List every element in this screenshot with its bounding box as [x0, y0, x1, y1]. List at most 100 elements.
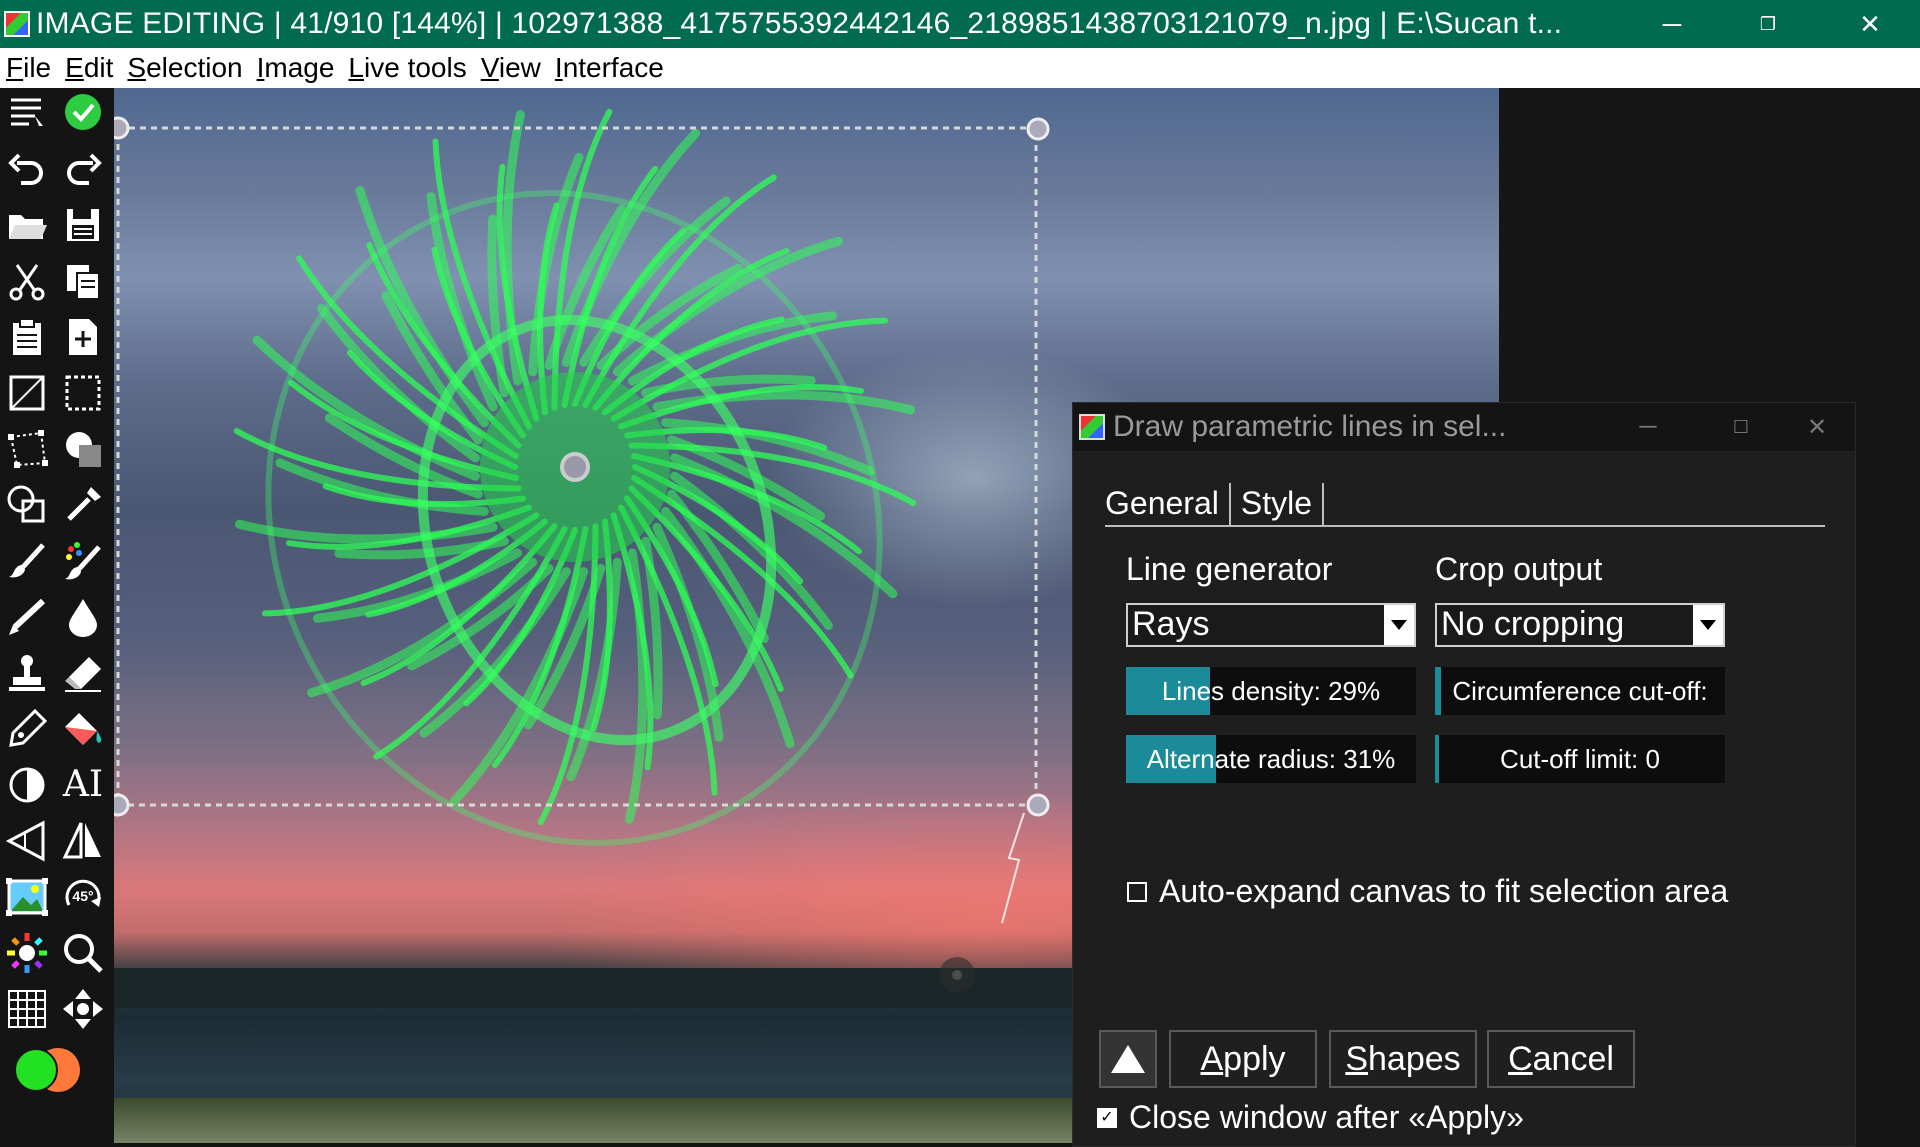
menu-live-tools[interactable]: Live tools	[348, 52, 466, 84]
cutoff-limit-slider[interactable]: Cut-off limit: 0	[1435, 735, 1725, 783]
auto-expand-label: Auto-expand canvas to fit selection area	[1159, 873, 1729, 909]
color-picker-icon[interactable]	[60, 482, 106, 528]
tab-style[interactable]: Style	[1241, 483, 1324, 527]
move-icon[interactable]	[60, 986, 106, 1032]
text-icon[interactable]: AI	[60, 762, 106, 808]
line-generator-value: Rays	[1132, 605, 1210, 643]
maximize-icon: ☐	[1732, 416, 1750, 437]
menu-image[interactable]: Image	[257, 52, 335, 84]
restore-icon: ❐	[1759, 13, 1777, 34]
crop-output-value: No cropping	[1441, 605, 1625, 643]
rect-selection-icon[interactable]	[60, 370, 106, 416]
parametric-ray	[234, 519, 498, 544]
cancel-button[interactable]: Cancel	[1487, 1030, 1635, 1088]
undo-icon[interactable]	[4, 146, 50, 192]
title-bar: IMAGE EDITING | 41/910 [144%] | 10297138…	[0, 0, 1920, 48]
menu-view[interactable]: View	[481, 52, 541, 84]
app-logo-icon	[4, 11, 30, 37]
circumference-cutoff-slider[interactable]: Circumference cut-off:	[1435, 667, 1725, 715]
parametric-lines-dialog: Draw parametric lines in sel... ─ ☐ ✕ Ge…	[1072, 402, 1856, 1147]
blur-drop-icon[interactable]	[60, 594, 106, 640]
crop-icon[interactable]	[4, 370, 50, 416]
cutoff-limit-fill	[1435, 735, 1440, 783]
apply-check-icon[interactable]	[60, 89, 106, 135]
parametric-ray	[612, 236, 843, 377]
paste-icon[interactable]	[4, 314, 50, 360]
stamp-icon[interactable]	[4, 650, 50, 696]
chevron-down-icon	[1384, 605, 1414, 645]
open-folder-icon[interactable]	[4, 202, 50, 248]
apply-button[interactable]: Apply	[1169, 1030, 1317, 1088]
dialog-minimize-button[interactable]: ─	[1608, 403, 1688, 451]
auto-expand-box[interactable]	[1127, 881, 1147, 902]
close-icon: ✕	[1806, 413, 1828, 441]
alternate-radius-label: Alternate radius: 31%	[1146, 743, 1396, 774]
shapes-button[interactable]: Shapes	[1329, 1030, 1477, 1088]
cutoff-limit-label: Cut-off limit: 0	[1500, 743, 1660, 774]
minimize-icon: ─	[1639, 413, 1657, 440]
menu-bar: File Edit Selection Image Live tools Vie…	[0, 48, 1920, 88]
grid-icon[interactable]	[4, 986, 50, 1032]
menu-file[interactable]: File	[6, 52, 51, 84]
close-after-apply-box[interactable]: ✓	[1097, 1107, 1117, 1128]
line-generator-label: Line generator	[1126, 551, 1333, 587]
crop-output-select[interactable]: No cropping	[1435, 603, 1725, 647]
pencil-icon[interactable]	[4, 594, 50, 640]
parametric-ray	[307, 557, 538, 698]
toolbox: AI 45°	[0, 88, 114, 1147]
triangle-up-icon	[1111, 1045, 1145, 1073]
menu-interface[interactable]: Interface	[555, 52, 664, 84]
shading-icon[interactable]	[60, 426, 106, 472]
menu-edit[interactable]: Edit	[65, 52, 113, 84]
dialog-title: Draw parametric lines in sel...	[1113, 410, 1507, 443]
save-icon[interactable]	[60, 202, 106, 248]
brush-icon[interactable]	[4, 538, 50, 584]
apply-button-label: Apply	[1200, 1039, 1286, 1078]
selection-handle-top-right	[1026, 117, 1050, 141]
minimize-button[interactable]: ─	[1628, 0, 1716, 48]
rotate-45-icon[interactable]: 45°	[60, 874, 106, 920]
alternate-radius-slider[interactable]: Alternate radius: 31%	[1126, 735, 1416, 783]
close-button[interactable]: ✕	[1826, 0, 1914, 48]
rotate-45-label: 45°	[72, 888, 94, 904]
polygon-selection-icon[interactable]	[4, 426, 50, 472]
zoom-icon[interactable]	[60, 930, 106, 976]
image-adjust-icon[interactable]	[4, 874, 50, 920]
shapes-icon[interactable]	[4, 482, 50, 528]
tab-general[interactable]: General	[1105, 483, 1231, 527]
flip-icon[interactable]	[60, 818, 106, 864]
dialog-app-icon	[1079, 414, 1105, 440]
close-icon: ✕	[1859, 8, 1881, 39]
close-after-apply-checkbox[interactable]: ✓ Close window after «Apply»	[1097, 1099, 1524, 1136]
lines-density-slider[interactable]: Lines density: 29%	[1126, 667, 1416, 715]
dialog-tabs: General Style	[1105, 483, 1825, 527]
dialog-maximize-button[interactable]: ☐	[1701, 403, 1781, 451]
menu-selection[interactable]: Selection	[127, 52, 242, 84]
menu-list-icon[interactable]	[4, 89, 50, 135]
fill-bucket-icon[interactable]	[60, 706, 106, 752]
primary-color-swatch[interactable]	[14, 1048, 58, 1092]
line-generator-select[interactable]: Rays	[1126, 603, 1416, 647]
contrast-icon[interactable]	[4, 762, 50, 808]
perspective-icon[interactable]	[4, 818, 50, 864]
chevron-down-icon	[1693, 605, 1723, 645]
text-icon-label: AI	[62, 764, 104, 805]
eraser-icon[interactable]	[60, 650, 106, 696]
crop-output-label: Crop output	[1435, 551, 1603, 587]
shapes-button-label: Shapes	[1345, 1039, 1461, 1078]
pen-icon[interactable]	[4, 706, 50, 752]
redo-icon[interactable]	[60, 146, 106, 192]
cancel-button-label: Cancel	[1508, 1039, 1614, 1078]
restore-button[interactable]: ❐	[1724, 0, 1812, 48]
expand-up-button[interactable]	[1099, 1030, 1157, 1088]
dialog-close-button[interactable]: ✕	[1777, 403, 1857, 451]
selection-handle-bottom-right	[1026, 793, 1050, 817]
cut-icon[interactable]	[4, 258, 50, 304]
auto-expand-checkbox[interactable]: Auto-expand canvas to fit selection area	[1127, 873, 1728, 910]
copy-icon[interactable]	[60, 258, 106, 304]
color-wheel-icon[interactable]	[4, 930, 50, 976]
selection-handle-bottom-left	[114, 793, 130, 817]
new-document-icon[interactable]	[60, 314, 106, 360]
dialog-title-bar: Draw parametric lines in sel... ─ ☐ ✕	[1073, 403, 1855, 451]
magic-brush-icon[interactable]	[60, 538, 106, 584]
